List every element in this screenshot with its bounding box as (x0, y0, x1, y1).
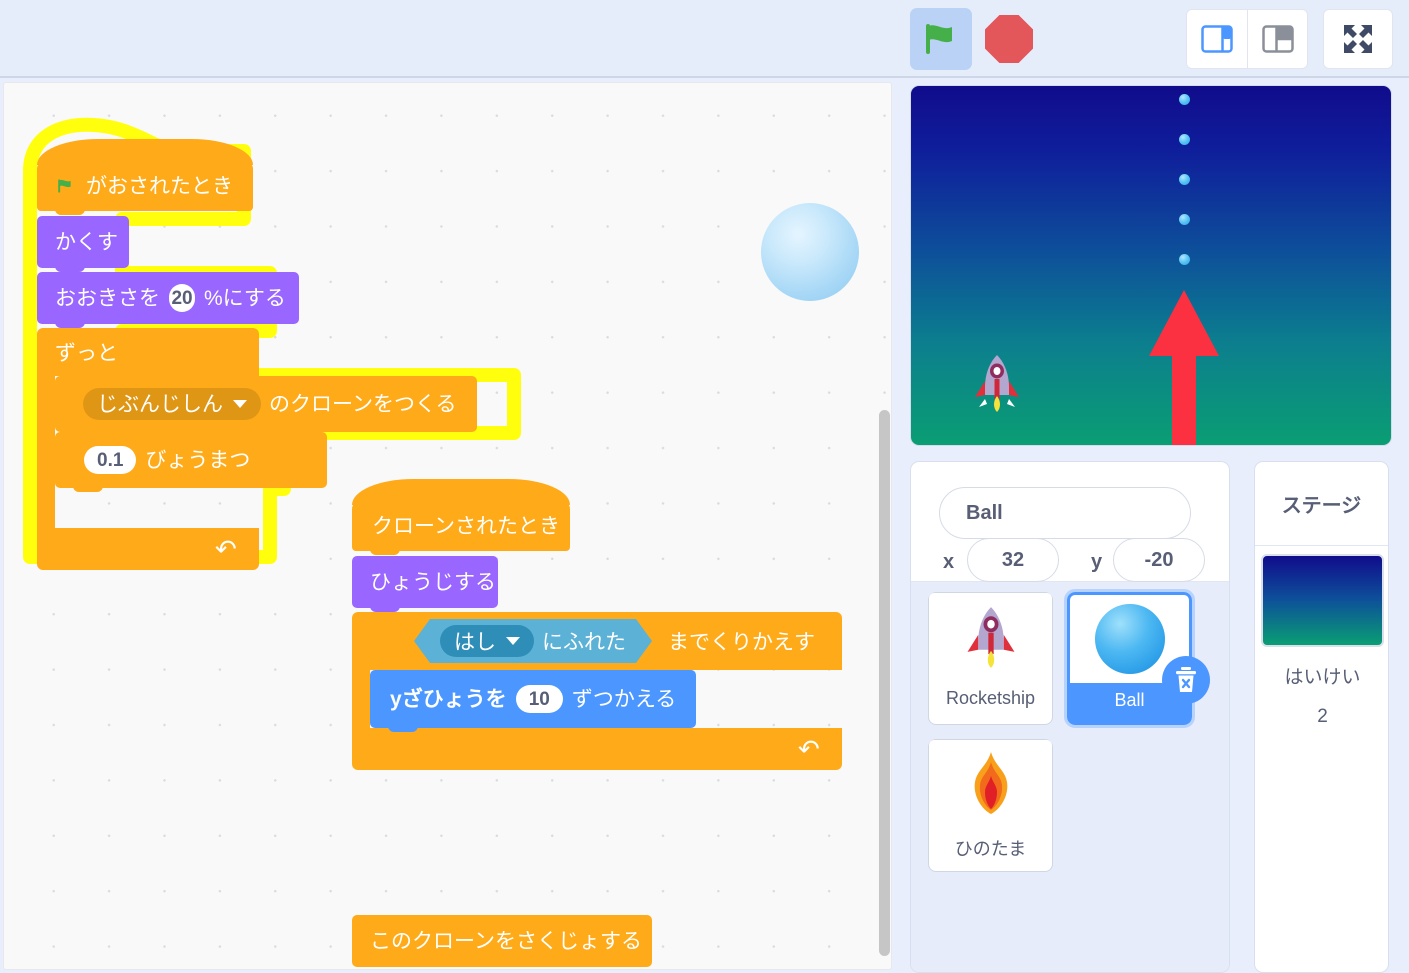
rocketship-sprite (975, 355, 1019, 412)
dropdown-value: じぶんじしん (97, 392, 223, 416)
top-toolbar (0, 0, 1409, 78)
x-coordinate-label: x (943, 551, 955, 573)
block-label: ひょうじする (370, 570, 496, 594)
stage-size-controls (1186, 9, 1308, 69)
block-repeat-until[interactable]: はし にふれた までくりかえす yざひょうを 10 ずつかえる ↷ (352, 612, 844, 770)
green-flag-button[interactable] (910, 8, 972, 70)
block-label-suffix: のクローンをつくる (269, 392, 457, 416)
backdrop-name-label: はいけい (1284, 667, 1361, 688)
backdrop-count-label: 2 (1317, 706, 1328, 727)
fullscreen-button[interactable] (1323, 9, 1393, 69)
block-set-size[interactable]: おおきさを 20 %にする (37, 272, 299, 328)
stage-panel-title: ステージ (1255, 462, 1388, 546)
stop-icon (985, 15, 1033, 63)
sprite-info-header: Ball x 32 y -20 (911, 462, 1229, 582)
sprite-name-label: ひのたま (954, 839, 1027, 859)
stage-ball-clone (1179, 134, 1190, 145)
stage-canvas[interactable] (910, 85, 1392, 446)
rocketship-icon (929, 593, 1052, 681)
sprite-tile-flame[interactable]: ひのたま (928, 739, 1053, 872)
stop-button[interactable] (978, 8, 1040, 70)
sprite-name-label: Ball (1114, 690, 1145, 710)
block-when-flag-clicked[interactable]: がおされたとき (37, 139, 253, 215)
block-label-suffix: %にする (204, 286, 286, 310)
change-y-input[interactable]: 10 (515, 685, 563, 713)
small-stage-icon (1201, 25, 1233, 53)
trash-icon (1176, 667, 1196, 692)
y-coordinate-input[interactable]: -20 (1113, 538, 1205, 582)
chevron-down-icon (233, 400, 247, 408)
loop-arrow-icon: ↷ (215, 534, 237, 564)
block-label-prefix: おおきさを (55, 286, 160, 310)
block-label: クローンされたとき (372, 514, 560, 538)
block-label-suffix: ずつかえる (571, 687, 677, 711)
loop-arrow-icon: ↷ (798, 734, 820, 764)
block-touching-edge[interactable]: はし にふれた (414, 619, 652, 663)
repeat-left-spine (352, 670, 370, 728)
touching-target-dropdown[interactable]: はし (440, 625, 534, 657)
bool-label: にふれた (542, 631, 626, 654)
flame-icon (929, 740, 1052, 828)
hat-cap-shape (352, 479, 570, 505)
x-coordinate-input[interactable]: 32 (967, 538, 1059, 582)
green-flag-icon (58, 179, 71, 193)
sprite-pane: Ball x 32 y -20 Rocketship Ball ひのたま (910, 461, 1230, 973)
red-arrow-sprite (1149, 290, 1219, 445)
sprite-list: Rocketship Ball ひのたま (911, 582, 1229, 972)
code-vertical-scrollbar[interactable] (876, 167, 891, 969)
block-label-suffix: までくりかえす (668, 631, 815, 654)
stage-ball-clone (1179, 214, 1190, 225)
code-scrollbar-thumb[interactable] (879, 410, 890, 956)
stage-ball-clone (1179, 174, 1190, 185)
y-coordinate-label: y (1091, 551, 1103, 573)
chevron-down-icon (506, 637, 520, 645)
green-flag-icon (926, 24, 952, 54)
block-hide[interactable]: かくす (37, 216, 129, 272)
block-delete-this-clone[interactable]: このクローンをさくじょする (352, 915, 652, 967)
block-label: かくす (55, 230, 118, 254)
backdrop-thumbnail[interactable] (1261, 554, 1384, 647)
block-label: ずっと (55, 342, 118, 365)
block-when-i-start-as-clone[interactable]: クローンされたとき (352, 479, 570, 555)
dropdown-value: はし (454, 631, 496, 654)
sprite-name-label: Rocketship (945, 688, 1036, 708)
large-stage-button[interactable] (1247, 10, 1307, 68)
block-create-clone[interactable]: じぶんじしん のクローンをつくる (55, 376, 477, 436)
clone-target-dropdown[interactable]: じぶんじしん (83, 388, 261, 420)
stage-ball-clone (1179, 254, 1190, 265)
stage-ball-clone (1179, 94, 1190, 105)
block-label-suffix: びょうまつ (145, 448, 251, 472)
sprite-tile-rocketship[interactable]: Rocketship (928, 592, 1053, 725)
block-label: がおされたとき (86, 174, 233, 198)
block-change-y-by[interactable]: yざひょうを 10 ずつかえる (370, 670, 697, 732)
block-wait-seconds[interactable]: 0.1 びょうまつ (55, 432, 327, 492)
hat-cap-shape (37, 139, 253, 165)
size-value-input[interactable]: 20 (169, 284, 195, 312)
block-label-prefix: yざひょうを (390, 687, 507, 711)
stage-pane[interactable]: ステージ はいけい 2 (1254, 461, 1389, 973)
delete-sprite-button[interactable] (1162, 656, 1210, 704)
code-workspace[interactable]: がおされたとき かくす おおきさを 20 %にする ずっと じぶんじしん のクロ… (3, 82, 892, 970)
sprite-name-input[interactable]: Ball (939, 487, 1191, 539)
block-label: このクローンをさくじょする (370, 929, 642, 953)
fullscreen-icon (1344, 25, 1372, 53)
large-stage-icon (1261, 25, 1294, 53)
small-stage-button[interactable] (1187, 10, 1247, 68)
forever-left-spine (37, 376, 55, 528)
ball-sprite-watermark (761, 203, 859, 301)
block-show[interactable]: ひょうじする (352, 556, 498, 612)
wait-seconds-input[interactable]: 0.1 (84, 446, 137, 474)
